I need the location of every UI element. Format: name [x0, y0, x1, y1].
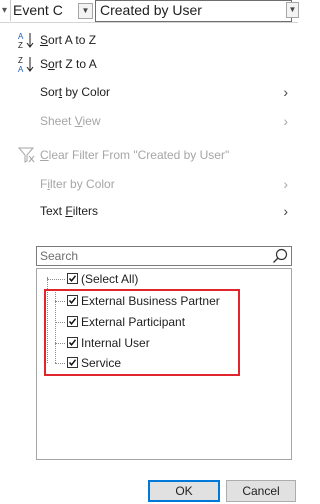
search-icon [273, 248, 288, 263]
chevron-right-icon: › [283, 203, 288, 219]
cancel-button[interactable]: Cancel [226, 480, 296, 502]
column-separator [10, 0, 11, 21]
svg-text:Z: Z [18, 41, 23, 49]
search-box [36, 246, 292, 266]
text-filters-item[interactable]: Text Filters › [0, 199, 298, 223]
select-all-checkbox[interactable] [67, 273, 78, 284]
ok-button[interactable]: OK [148, 480, 220, 502]
text-filters-label: Text Filters [40, 204, 99, 218]
filter-by-color-label: Filter by Color [40, 177, 115, 191]
search-input[interactable] [37, 247, 262, 265]
sheet-view-label: Sheet View [40, 114, 101, 128]
clear-filter-label: Clear Filter From "Created by User" [40, 148, 230, 162]
filter-by-color-item: Filter by Color › [0, 172, 298, 196]
sort-z-to-a-label: Sort Z to A [40, 57, 97, 71]
checkmark-icon [68, 275, 77, 282]
column-header-row: ▾ Event C ▼ Created by User ▼ [0, 0, 299, 23]
sort-by-color-item[interactable]: Sort by Color › [0, 80, 298, 104]
chevron-right-icon: › [283, 84, 288, 100]
previous-filter-dropdown-button[interactable]: ▼ [78, 3, 93, 19]
current-column-header: Created by User [100, 2, 202, 18]
svg-text:Z: Z [18, 56, 23, 65]
sort-z-to-a-item[interactable]: Z A Sort Z to A [0, 52, 298, 76]
chevron-right-icon: › [283, 176, 288, 192]
sort-ascending-icon: A Z [18, 32, 34, 49]
sheet-view-item: Sheet View › [0, 109, 298, 133]
svg-text:A: A [18, 65, 24, 73]
chevron-right-icon: › [283, 113, 288, 129]
filter-dropdown-button[interactable]: ▼ [286, 2, 299, 18]
sort-a-to-z-item[interactable]: A Z Sort A to Z [0, 28, 298, 52]
select-all-label: (Select All) [81, 272, 139, 286]
sort-descending-icon: Z A [18, 56, 34, 73]
select-all-option[interactable]: (Select All) [37, 270, 287, 289]
highlight-annotation [44, 289, 240, 376]
clear-filter-item: Clear Filter From "Created by User" [0, 143, 298, 167]
previous-column-dropdown-icon[interactable]: ▾ [2, 0, 10, 21]
sort-by-color-label: Sort by Color [40, 85, 111, 99]
svg-text:A: A [18, 32, 24, 41]
clear-filter-icon [17, 147, 35, 163]
previous-column-header: Event C [13, 2, 63, 18]
sort-a-to-z-label: Sort A to Z [40, 33, 97, 47]
